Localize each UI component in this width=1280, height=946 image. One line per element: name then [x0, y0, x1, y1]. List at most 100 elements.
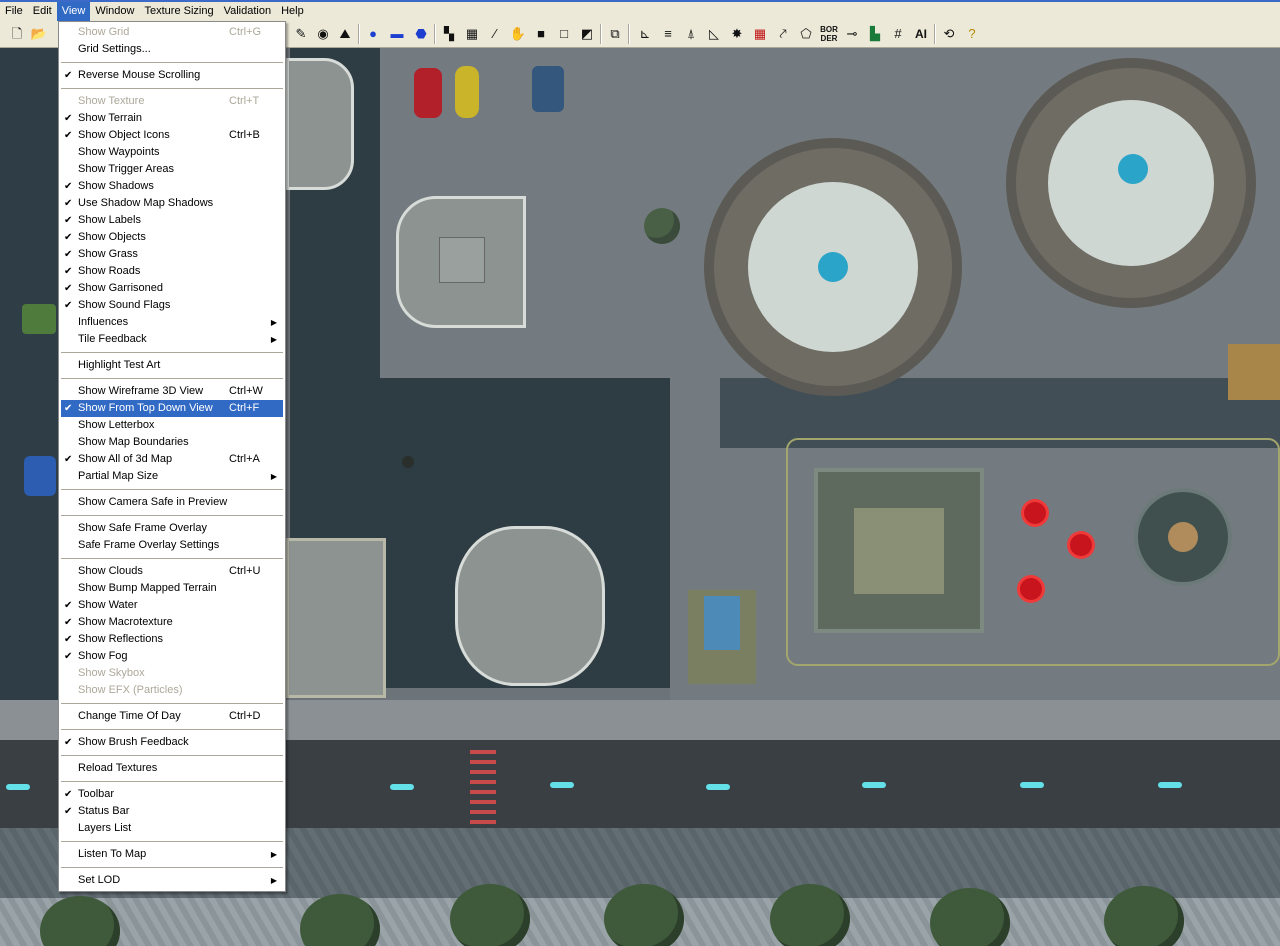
menu-item-layers-list[interactable]: Layers List: [61, 820, 283, 837]
menu-item-show-map-boundaries[interactable]: Show Map Boundaries: [61, 434, 283, 451]
eyedropper-icon[interactable]: ⁄: [486, 25, 504, 43]
road-light: [550, 782, 574, 788]
fill-square-icon[interactable]: ■: [532, 25, 550, 43]
menu-item-show-waypoints[interactable]: Show Waypoints: [61, 144, 283, 161]
tile-checker-icon[interactable]: ▚: [440, 25, 458, 43]
polygon-icon[interactable]: ⬠: [797, 25, 815, 43]
open-folder-icon[interactable]: 📂: [30, 25, 48, 43]
menu-item-show-safe-frame-overlay[interactable]: Show Safe Frame Overlay: [61, 520, 283, 537]
menu-item-show-macrotexture[interactable]: ✔ Show Macrotexture: [61, 614, 283, 631]
menu-item-show-objects[interactable]: ✔ Show Objects: [61, 229, 283, 246]
ai-tool-icon[interactable]: AI: [912, 25, 930, 43]
link-icon[interactable]: ⊸: [843, 25, 861, 43]
menu-texture-sizing[interactable]: Texture Sizing: [139, 2, 218, 21]
menu-item-show-water[interactable]: ✔ Show Water: [61, 597, 283, 614]
menu-item-show-labels[interactable]: ✔ Show Labels: [61, 212, 283, 229]
help-question-icon[interactable]: ?: [963, 25, 981, 43]
menu-item-shortcut: Ctrl+T: [229, 95, 260, 107]
menu-item-label: Show Camera Safe in Preview: [78, 496, 228, 508]
menu-item-influences[interactable]: Influences ▶: [61, 314, 283, 331]
axes-icon[interactable]: ⊾: [636, 25, 654, 43]
menu-item-show-from-top-down-view[interactable]: ✔ Show From Top Down View Ctrl+F: [61, 400, 283, 417]
crosswalk: [470, 750, 496, 826]
menu-item-toolbar[interactable]: ✔ Toolbar: [61, 786, 283, 803]
menu-validation[interactable]: Validation: [219, 2, 277, 21]
grid-red-icon[interactable]: ▦: [751, 25, 769, 43]
refresh-icon[interactable]: ⟲: [940, 25, 958, 43]
new-file-icon[interactable]: 🗋: [8, 25, 26, 43]
toolbar-separator: [434, 24, 436, 44]
blend-icon[interactable]: ◩: [578, 25, 596, 43]
road-light: [6, 784, 30, 790]
menu-item-show-reflections[interactable]: ✔ Show Reflections: [61, 631, 283, 648]
menu-item-show-sound-flags[interactable]: ✔ Show Sound Flags: [61, 297, 283, 314]
copy-icon[interactable]: ⧉: [606, 25, 624, 43]
menu-item-show-roads[interactable]: ✔ Show Roads: [61, 263, 283, 280]
menu-help[interactable]: Help: [276, 2, 309, 21]
menu-item-show-garrisoned[interactable]: ✔ Show Garrisoned: [61, 280, 283, 297]
menu-item-grid-settings[interactable]: Grid Settings...: [61, 41, 283, 58]
menu-item-safe-frame-overlay-settings[interactable]: Safe Frame Overlay Settings: [61, 537, 283, 554]
menu-item-reload-textures[interactable]: Reload Textures: [61, 760, 283, 777]
checkmark-icon: ✔: [64, 113, 73, 124]
menu-item-show-letterbox[interactable]: Show Letterbox: [61, 417, 283, 434]
ramp-icon[interactable]: ◺: [705, 25, 723, 43]
menu-item-show-bump-mapped-terrain[interactable]: Show Bump Mapped Terrain: [61, 580, 283, 597]
menu-item-tile-feedback[interactable]: Tile Feedback ▶: [61, 331, 283, 348]
outline-square-icon[interactable]: □: [555, 25, 573, 43]
menu-item-show-grass[interactable]: ✔ Show Grass: [61, 246, 283, 263]
menu-item-show-trigger-areas[interactable]: Show Trigger Areas: [61, 161, 283, 178]
blue-truck: [532, 66, 564, 112]
checkmark-icon: ✔: [64, 232, 73, 243]
terrain-hill-icon[interactable]: ⛰: [336, 25, 354, 43]
menu-item-label: Show Map Boundaries: [78, 436, 189, 448]
menu-view[interactable]: View: [56, 2, 91, 21]
menu-separator: [61, 729, 283, 730]
menu-item-set-lod[interactable]: Set LOD ▶: [61, 872, 283, 889]
toolbar-separator: [628, 24, 630, 44]
checkmark-icon: ✔: [64, 283, 73, 294]
menu-separator: [61, 489, 283, 490]
menu-item-use-shadow-map-shadows[interactable]: ✔ Use Shadow Map Shadows: [61, 195, 283, 212]
menu-edit[interactable]: Edit: [28, 2, 57, 21]
border-tool-icon[interactable]: BOR DER: [820, 25, 838, 43]
menu-item-show-all-of-3d-map[interactable]: ✔ Show All of 3d Map Ctrl+A: [61, 451, 283, 468]
menu-item-partial-map-size[interactable]: Partial Map Size ▶: [61, 468, 283, 485]
water-area-icon[interactable]: ⬣: [412, 25, 430, 43]
water-blob-icon[interactable]: ●: [364, 25, 382, 43]
map-object: [402, 456, 414, 468]
hand-icon[interactable]: ✋: [509, 25, 527, 43]
menu-item-label: Show All of 3d Map: [78, 453, 173, 465]
menu-item-change-time-of-day[interactable]: Change Time Of Day Ctrl+D: [61, 708, 283, 725]
feather-brush-icon[interactable]: ◉: [314, 25, 332, 43]
menu-file[interactable]: File: [0, 2, 28, 21]
checkerboard-icon[interactable]: ▦: [463, 25, 481, 43]
menu-item-show-camera-safe-in-preview[interactable]: Show Camera Safe in Preview: [61, 494, 283, 511]
menu-item-show-shadows[interactable]: ✔ Show Shadows: [61, 178, 283, 195]
checkmark-icon: ✔: [64, 70, 73, 81]
menu-item-show-brush-feedback[interactable]: ✔ Show Brush Feedback: [61, 734, 283, 751]
road-light: [1158, 782, 1182, 788]
menu-item-show-terrain[interactable]: ✔ Show Terrain: [61, 110, 283, 127]
menu-item-highlight-test-art[interactable]: Highlight Test Art: [61, 357, 283, 374]
tree-icon[interactable]: ⍋: [682, 25, 700, 43]
brush-icon[interactable]: ✎: [292, 25, 310, 43]
menu-item-show-fog[interactable]: ✔ Show Fog: [61, 648, 283, 665]
hash-tool-icon[interactable]: #: [889, 25, 907, 43]
menu-item-reverse-mouse-scrolling[interactable]: ✔ Reverse Mouse Scrolling: [61, 67, 283, 84]
buildings-icon[interactable]: ▙: [866, 25, 884, 43]
menu-item-status-bar[interactable]: ✔ Status Bar: [61, 803, 283, 820]
waypoint-path-icon[interactable]: ⤤: [774, 25, 792, 43]
menu-item-show-wireframe-3d-view[interactable]: Show Wireframe 3D View Ctrl+W: [61, 383, 283, 400]
road-lines-icon[interactable]: ≡: [659, 25, 677, 43]
splat-icon[interactable]: ✸: [728, 25, 746, 43]
menu-item-label: Set LOD: [78, 874, 121, 886]
menu-item-show-object-icons[interactable]: ✔ Show Object Icons Ctrl+B: [61, 127, 283, 144]
menu-item-label: Show Water: [78, 599, 138, 611]
water-plane-icon[interactable]: ▬: [388, 25, 406, 43]
menu-window[interactable]: Window: [90, 2, 139, 21]
menu-item-shortcut: Ctrl+B: [229, 129, 260, 141]
menu-item-show-clouds[interactable]: Show Clouds Ctrl+U: [61, 563, 283, 580]
tree: [450, 884, 530, 946]
menu-item-listen-to-map[interactable]: Listen To Map ▶: [61, 846, 283, 863]
